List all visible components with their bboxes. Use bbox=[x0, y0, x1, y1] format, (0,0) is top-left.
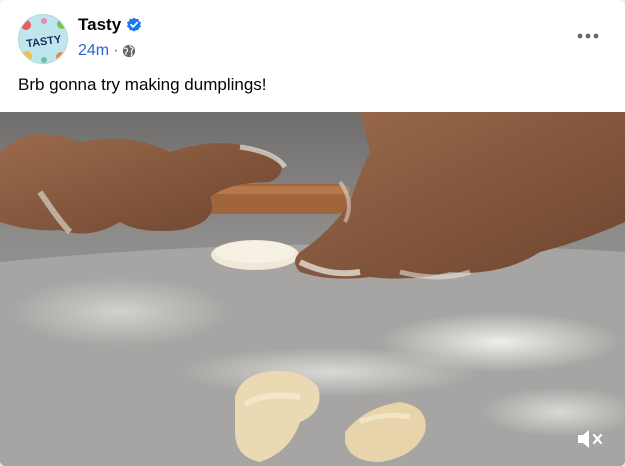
video-player[interactable] bbox=[0, 112, 625, 466]
post-timestamp[interactable]: 24m bbox=[78, 42, 109, 60]
meta-separator: · bbox=[113, 42, 119, 59]
verified-badge-icon bbox=[127, 17, 141, 32]
avatar-logo: TASTY bbox=[19, 15, 67, 63]
globe-icon bbox=[123, 44, 136, 58]
speaker-muted-icon bbox=[578, 430, 603, 448]
post-caption: Brb gonna try making dumplings! bbox=[18, 75, 267, 94]
video-frame bbox=[0, 112, 625, 466]
mute-toggle-button[interactable] bbox=[575, 426, 605, 452]
post-card: TASTY Tasty 24m · Brb gonna try making d… bbox=[0, 0, 625, 466]
more-options-button[interactable] bbox=[573, 22, 603, 50]
page-avatar[interactable]: TASTY bbox=[18, 14, 68, 64]
post-meta: 24m · bbox=[78, 41, 136, 61]
post-header: TASTY Tasty 24m · bbox=[0, 0, 625, 70]
more-options-icon bbox=[577, 33, 599, 39]
page-name[interactable]: Tasty bbox=[78, 15, 121, 35]
